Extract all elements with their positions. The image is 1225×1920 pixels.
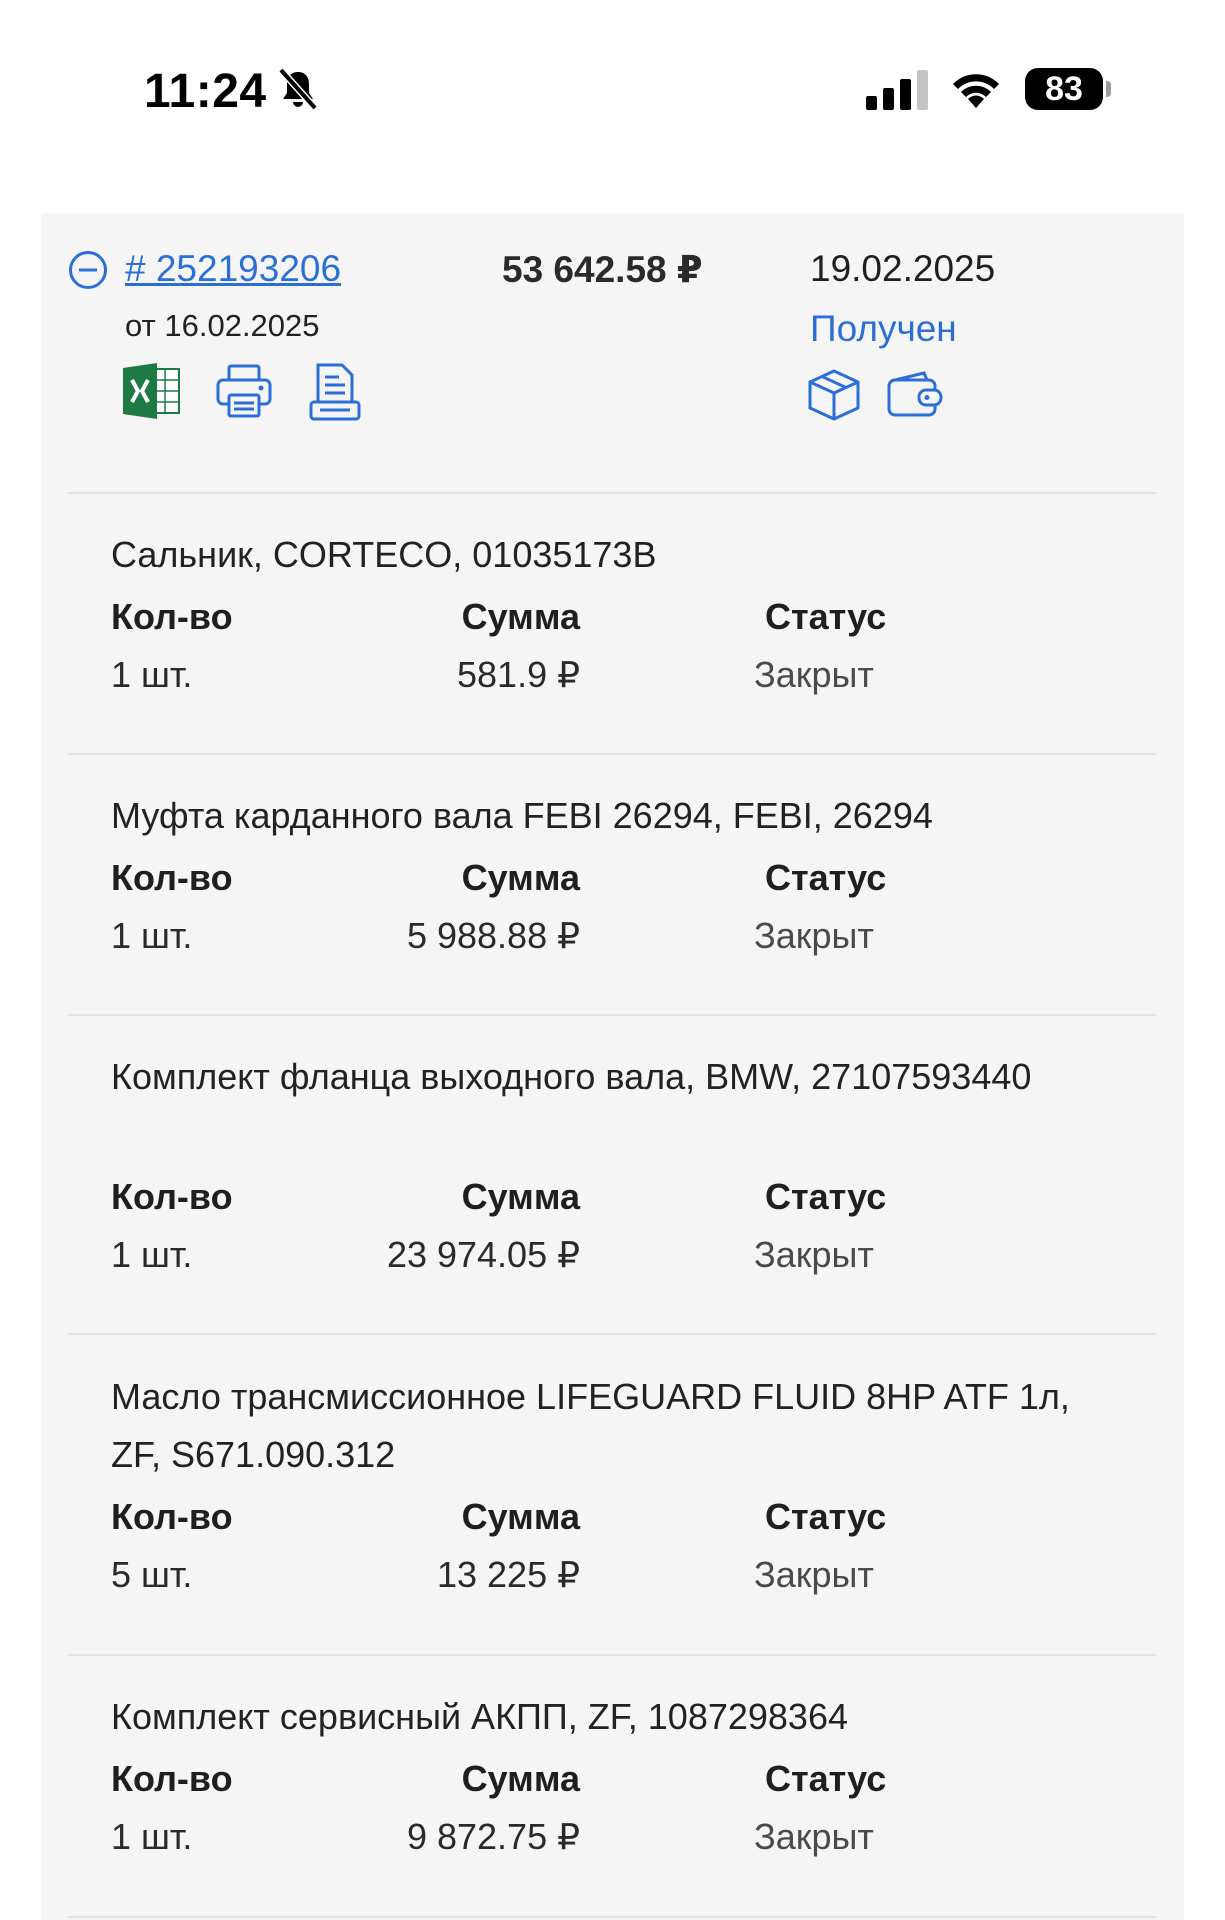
order-item: Муфта карданного вала FEBI 26294, FEBI, … <box>41 787 1184 1049</box>
order-item: Комплект сервисный АКПП, ZF, 1087298364 … <box>41 1688 1184 1920</box>
wallet-icon[interactable] <box>886 370 944 418</box>
item-sum: 581.9 ₽ <box>457 654 580 695</box>
item-sum: 23 974.05 ₽ <box>386 1234 580 1275</box>
sum-label: Сумма <box>461 1176 580 1217</box>
cellular-signal-icon <box>866 70 928 110</box>
item-status: Закрыт <box>754 1554 874 1595</box>
print-icon[interactable] <box>215 363 273 419</box>
status-label: Статус <box>765 596 887 637</box>
divider <box>68 1654 1156 1656</box>
collapse-minus-icon[interactable] <box>68 250 108 290</box>
item-name: Масло трансмиссионное LIFEGUARD FLUID 8H… <box>111 1376 1070 1475</box>
order-header: # 252193206 от 16.02.2025 53 642.58 ₽ 19… <box>41 213 1184 493</box>
order-number-link[interactable]: # 252193206 <box>125 248 341 290</box>
sum-label: Сумма <box>461 596 580 637</box>
bell-muted-icon <box>278 67 318 111</box>
battery-level: 83 <box>1025 68 1103 110</box>
sum-label: Сумма <box>461 857 580 898</box>
status-bar: 11:24 83 <box>0 0 1225 180</box>
excel-icon[interactable] <box>123 363 181 419</box>
item-sum: 9 872.75 ₽ <box>406 1816 580 1857</box>
divider <box>68 1333 1156 1335</box>
delivery-date: 19.02.2025 <box>810 248 996 289</box>
qty-label: Кол-во <box>111 1758 233 1799</box>
status-label: Статус <box>765 857 887 898</box>
order-item: Комплект фланца выходного вала, BMW, 271… <box>41 1048 1184 1368</box>
item-qty: 5 шт. <box>111 1554 193 1595</box>
divider <box>68 1916 1156 1918</box>
item-status: Закрыт <box>754 915 874 956</box>
sum-label: Сумма <box>461 1758 580 1799</box>
divider <box>68 1014 1156 1016</box>
item-status: Закрыт <box>754 1816 874 1857</box>
sum-label: Сумма <box>461 1496 580 1537</box>
item-name: Комплект сервисный АКПП, ZF, 1087298364 <box>111 1696 848 1737</box>
item-qty: 1 шт. <box>111 1234 193 1275</box>
divider <box>68 753 1156 755</box>
package-icon[interactable] <box>807 368 861 422</box>
clock: 11:24 <box>144 65 267 118</box>
item-status: Закрыт <box>754 1234 874 1275</box>
order-card: # 252193206 от 16.02.2025 53 642.58 ₽ 19… <box>41 213 1184 1920</box>
item-name: Сальник, CORTECO, 01035173B <box>111 534 657 575</box>
item-sum: 13 225 ₽ <box>436 1554 580 1595</box>
wifi-icon <box>953 74 999 108</box>
status-label: Статус <box>765 1496 887 1537</box>
battery-icon: 83 <box>1025 68 1111 110</box>
item-sum: 5 988.88 ₽ <box>406 915 580 956</box>
order-date: от 16.02.2025 <box>125 308 320 343</box>
order-status: Получен <box>810 308 957 349</box>
status-label: Статус <box>765 1758 887 1799</box>
item-name: Муфта карданного вала FEBI 26294, FEBI, … <box>111 795 933 836</box>
item-qty: 1 шт. <box>111 1816 193 1857</box>
item-status: Закрыт <box>754 654 874 695</box>
item-name: Комплект фланца выходного вала, BMW, 271… <box>111 1056 1032 1097</box>
item-qty: 1 шт. <box>111 915 193 956</box>
order-item: Масло трансмиссионное LIFEGUARD FLUID 8H… <box>41 1368 1184 1688</box>
document-icon[interactable] <box>308 362 362 422</box>
qty-label: Кол-во <box>111 857 233 898</box>
order-total: 53 642.58 ₽ <box>502 249 703 290</box>
order-item: Сальник, CORTECO, 01035173B Кол-во Сумма… <box>41 526 1184 788</box>
qty-label: Кол-во <box>111 596 233 637</box>
status-label: Статус <box>765 1176 887 1217</box>
item-qty: 1 шт. <box>111 654 193 695</box>
divider <box>68 492 1156 494</box>
qty-label: Кол-во <box>111 1176 233 1217</box>
qty-label: Кол-во <box>111 1496 233 1537</box>
